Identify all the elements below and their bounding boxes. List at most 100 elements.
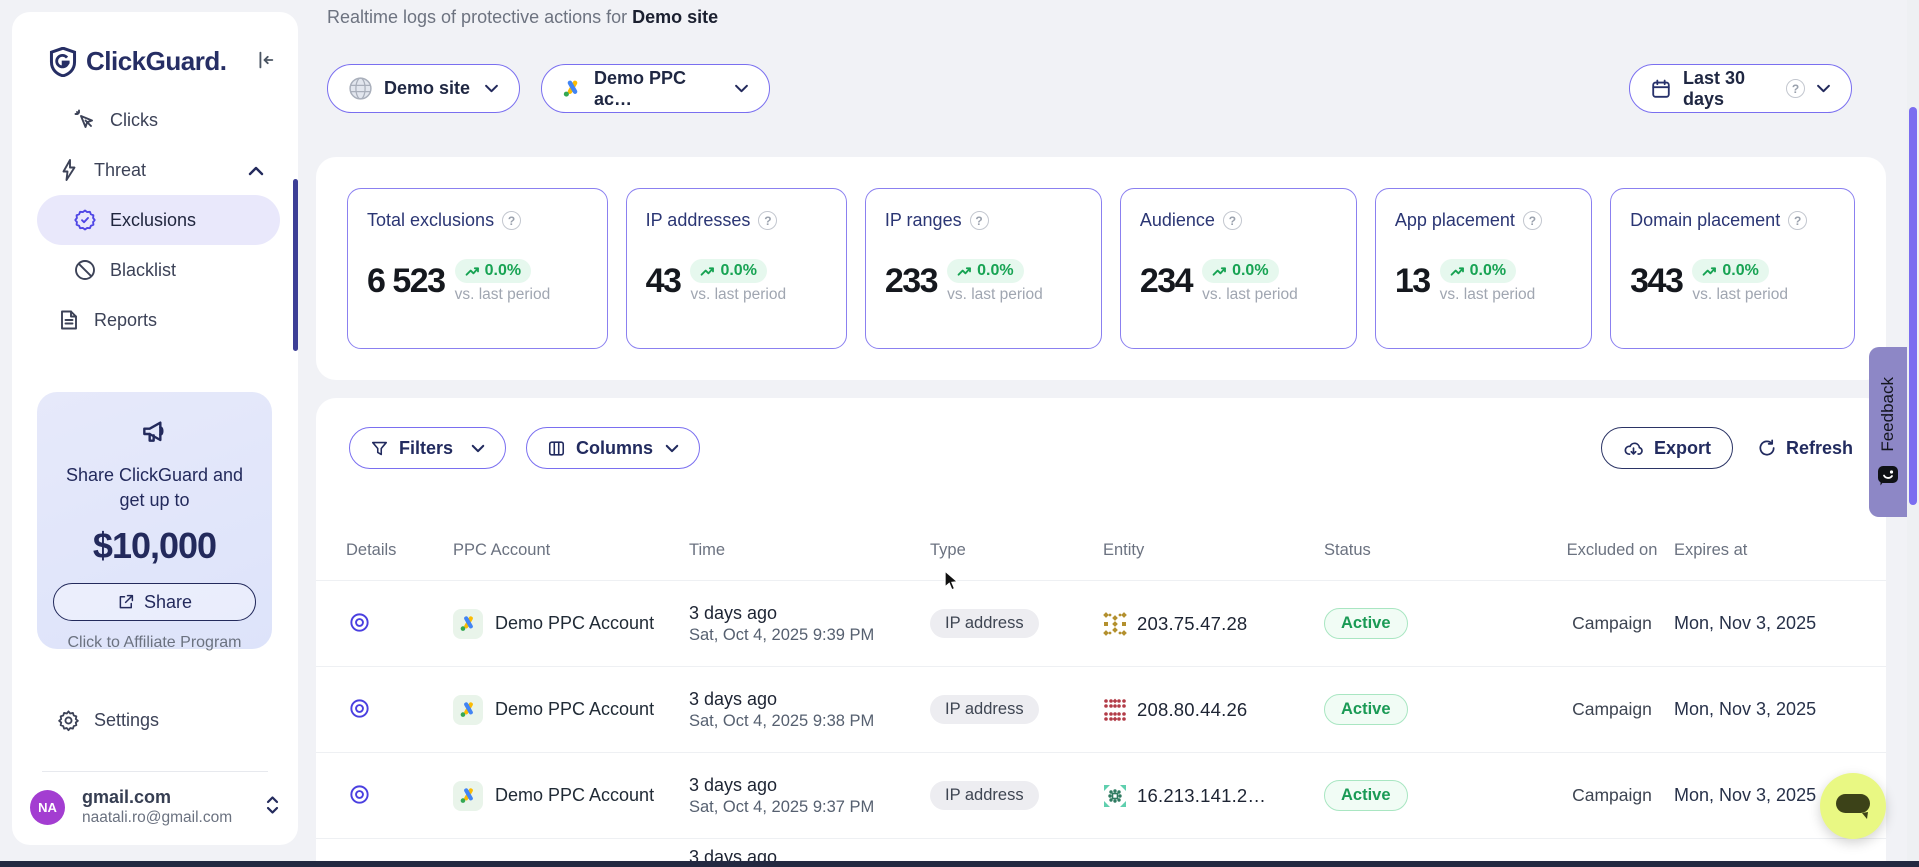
table-row: Demo PPC Account 3 days agoSat, Oct 4, 2… — [316, 580, 1886, 666]
trend-up-icon — [700, 266, 715, 277]
view-details-button[interactable] — [346, 781, 373, 811]
expires-at-value: Mon, Nov 3, 2025 — [1672, 613, 1856, 634]
sidebar-item-clicks[interactable]: Clicks — [37, 95, 280, 145]
table-row: Demo PPC Account 3 days agoSat, Oct 4, 2… — [316, 752, 1886, 838]
col-header-status: Status — [1324, 541, 1552, 560]
entity-value: 203.75.47.28 — [1137, 613, 1247, 635]
sidebar-item-reports[interactable]: Reports — [37, 295, 280, 345]
feedback-smiley-icon — [1876, 463, 1900, 487]
help-icon[interactable]: ? — [1786, 79, 1805, 98]
google-ads-icon — [453, 695, 483, 725]
stat-caption: vs. last period — [1202, 286, 1298, 304]
cursor-click-icon — [73, 108, 97, 132]
stat-label: Domain placement — [1630, 210, 1780, 231]
columns-label: Columns — [576, 438, 653, 459]
settings-label: Settings — [94, 710, 159, 731]
sidebar-divider — [42, 771, 268, 772]
export-button[interactable]: Export — [1601, 427, 1733, 469]
stat-delta: 0.0% — [977, 262, 1013, 280]
feedback-tab[interactable]: Feedback — [1869, 347, 1907, 517]
sidebar-item-blacklist[interactable]: Blacklist — [37, 245, 280, 295]
filters-dropdown[interactable]: Filters — [349, 427, 506, 469]
col-header-entity: Entity — [1103, 541, 1324, 560]
sidebar-item-exclusions[interactable]: Exclusions — [37, 195, 280, 245]
view-details-button[interactable] — [346, 695, 373, 725]
excluded-on-value: Campaign — [1552, 613, 1672, 634]
funnel-icon — [370, 439, 389, 458]
stat-card-domain-placement: Domain placement? 343 0.0% vs. last peri… — [1610, 188, 1855, 349]
badge-check-icon — [73, 208, 97, 232]
stat-card-audience: Audience? 234 0.0% vs. last period — [1120, 188, 1357, 349]
help-icon[interactable]: ? — [970, 211, 989, 230]
sidebar-item-settings[interactable]: Settings — [57, 700, 159, 740]
sidebar-collapse-button[interactable] — [254, 49, 276, 74]
status-badge: Active — [1324, 608, 1408, 639]
affiliate-link[interactable]: Click to Affiliate Program — [53, 634, 256, 652]
logo-text: ClickGuard. — [86, 46, 226, 77]
help-icon[interactable]: ? — [502, 211, 521, 230]
stat-card-app-placement: App placement? 13 0.0% vs. last period — [1375, 188, 1592, 349]
megaphone-icon — [139, 435, 171, 452]
date-range-dropdown[interactable]: Last 30 days ? — [1629, 64, 1852, 113]
entity-value: 16.213.141.2… — [1137, 785, 1266, 807]
chevron-up-down-icon — [265, 794, 280, 821]
clickguard-logo: ClickGuard. — [49, 46, 226, 77]
time-relative: 3 days ago — [689, 689, 930, 710]
promo-text: Share ClickGuard and get up to — [53, 463, 256, 513]
stat-card-ip-addresses: IP addresses? 43 0.0% vs. last period — [626, 188, 847, 349]
user-account[interactable]: NA gmail.com naatali.ro@gmail.com — [30, 787, 280, 827]
nav-label: Threat — [94, 160, 146, 181]
filters-label: Filters — [399, 438, 453, 459]
status-badge: Active — [1324, 694, 1408, 725]
trend-up-icon — [1702, 266, 1717, 277]
time-full: Sat, Oct 4, 2025 9:39 PM — [689, 626, 930, 645]
entity-value: 208.80.44.26 — [1137, 699, 1247, 721]
gold-identicon — [1103, 612, 1127, 636]
trend-up-icon — [1450, 266, 1465, 277]
eye-icon — [348, 697, 371, 720]
stat-delta: 0.0% — [720, 262, 756, 280]
help-icon[interactable]: ? — [1223, 211, 1242, 230]
share-button[interactable]: Share — [53, 583, 256, 621]
table-row: Demo PPC Account 3 days agoSat, Oct 4, 2… — [316, 666, 1886, 752]
columns-dropdown[interactable]: Columns — [526, 427, 700, 469]
chevron-down-icon — [484, 84, 499, 93]
avatar: NA — [30, 790, 65, 825]
chevron-up-icon — [248, 160, 264, 181]
help-icon[interactable]: ? — [1523, 211, 1542, 230]
stat-label: IP ranges — [885, 210, 962, 231]
sidebar-nav: Clicks Threat Exclusions Blacklist — [12, 95, 298, 345]
clickguard-shield-icon — [49, 47, 77, 77]
stat-label: Total exclusions — [367, 210, 494, 231]
green-identicon — [1103, 784, 1127, 808]
bottom-edge-strip — [0, 861, 1919, 867]
sidebar-item-threat[interactable]: Threat — [37, 145, 280, 195]
red-identicon — [1103, 698, 1127, 722]
help-icon[interactable]: ? — [758, 211, 777, 230]
stat-delta: 0.0% — [1232, 262, 1268, 280]
chevron-down-icon — [665, 444, 679, 453]
stat-label: Audience — [1140, 210, 1215, 231]
refresh-button[interactable]: Refresh — [1757, 427, 1853, 469]
help-icon[interactable]: ? — [1788, 211, 1807, 230]
gear-icon — [57, 709, 80, 732]
expires-at-value: Mon, Nov 3, 2025 — [1672, 699, 1856, 720]
stats-panel: Total exclusions? 6 523 0.0% vs. last pe… — [316, 157, 1886, 380]
chat-bubble-icon — [1833, 790, 1873, 822]
ppc-account-name: Demo PPC Account — [495, 613, 654, 634]
stat-label: IP addresses — [646, 210, 751, 231]
lightning-icon — [57, 158, 81, 182]
chevron-down-icon — [1816, 84, 1831, 93]
user-name: gmail.com — [82, 787, 232, 808]
page-subtitle: Realtime logs of protective actions for … — [327, 7, 718, 28]
table-header-row: Details PPC Account Time Type Entity Sta… — [316, 520, 1886, 580]
view-details-button[interactable] — [346, 609, 373, 639]
page-scrollbar-thumb[interactable] — [1909, 107, 1917, 505]
page-scrollbar-track[interactable] — [1907, 0, 1919, 867]
chat-widget-button[interactable] — [1820, 773, 1886, 839]
site-selector-dropdown[interactable]: Demo site — [327, 64, 520, 113]
ppc-account-selector-dropdown[interactable]: Demo PPC ac… — [541, 64, 770, 113]
sidebar-scrollbar-thumb[interactable] — [293, 179, 298, 351]
stat-caption: vs. last period — [690, 286, 786, 304]
sidebar: ClickGuard. Clicks Threat Exclusions — [12, 12, 298, 845]
